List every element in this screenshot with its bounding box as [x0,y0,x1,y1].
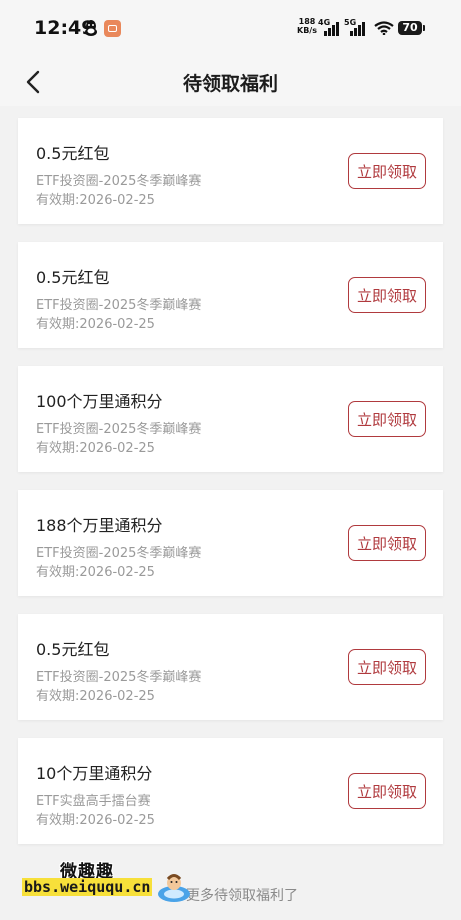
reward-expiry: 有效期:2026-02-25 [36,689,155,704]
reward-expiry: 有效期:2026-02-25 [36,193,155,208]
qq-icon [85,20,97,36]
reward-title: 188个万里通积分 [36,516,163,535]
reward-title: 0.5元红包 [36,640,110,659]
reward-title: 100个万里通积分 [36,392,163,411]
page-title: 待领取福利 [182,73,278,95]
battery-icon: 70 [398,21,425,35]
claim-button[interactable]: 立即领取 [348,153,426,189]
reward-source: ETF实盘高手擂台赛 [36,794,151,809]
mascot-icon [158,874,190,902]
reward-expiry: 有效期:2026-02-25 [36,565,155,580]
claim-button[interactable]: 立即领取 [348,277,426,313]
reward-card: 0.5元红包 ETF投资圈-2025冬季巅峰赛 有效期:2026-02-25 立… [18,118,443,224]
watermark-url: bbs.weiququ.cn [22,878,153,896]
reward-list: 0.5元红包 ETF投资圈-2025冬季巅峰赛 有效期:2026-02-25 立… [18,118,443,862]
reward-expiry: 有效期:2026-02-25 [36,813,155,828]
network-speed: 188 KB/s [297,17,317,35]
network-speed-value: 188 [298,17,316,26]
more-rewards-link[interactable]: 更多待领取福利了 [186,885,298,905]
wifi-icon [374,21,394,35]
reward-source: ETF投资圈-2025冬季巅峰赛 [36,174,202,189]
reward-title: 0.5元红包 [36,268,110,287]
claim-button[interactable]: 立即领取 [348,773,426,809]
status-bar: 12:49 188 KB/s 4G 5G 70 [0,0,461,58]
reward-expiry: 有效期:2026-02-25 [36,441,155,456]
reward-source: ETF投资圈-2025冬季巅峰赛 [36,422,202,437]
reward-title: 0.5元红包 [36,144,110,163]
reward-source: ETF投资圈-2025冬季巅峰赛 [36,298,202,313]
reward-card: 100个万里通积分 ETF投资圈-2025冬季巅峰赛 有效期:2026-02-2… [18,366,443,472]
reward-expiry: 有效期:2026-02-25 [36,317,155,332]
reward-source: ETF投资圈-2025冬季巅峰赛 [36,546,202,561]
claim-button[interactable]: 立即领取 [348,401,426,437]
claim-button[interactable]: 立即领取 [348,525,426,561]
notification-app-icon [104,20,121,37]
signal-4g-label: 4G [318,18,331,27]
signal-5g-label: 5G [344,18,357,27]
reward-card: 0.5元红包 ETF投资圈-2025冬季巅峰赛 有效期:2026-02-25 立… [18,614,443,720]
reward-source: ETF投资圈-2025冬季巅峰赛 [36,670,202,685]
reward-card: 0.5元红包 ETF投资圈-2025冬季巅峰赛 有效期:2026-02-25 立… [18,242,443,348]
network-speed-unit: KB/s [297,26,317,35]
claim-button[interactable]: 立即领取 [348,649,426,685]
reward-card: 188个万里通积分 ETF投资圈-2025冬季巅峰赛 有效期:2026-02-2… [18,490,443,596]
app-header: 待领取福利 [0,58,461,106]
reward-card: 10个万里通积分 ETF实盘高手擂台赛 有效期:2026-02-25 立即领取 [18,738,443,844]
reward-title: 10个万里通积分 [36,764,153,783]
